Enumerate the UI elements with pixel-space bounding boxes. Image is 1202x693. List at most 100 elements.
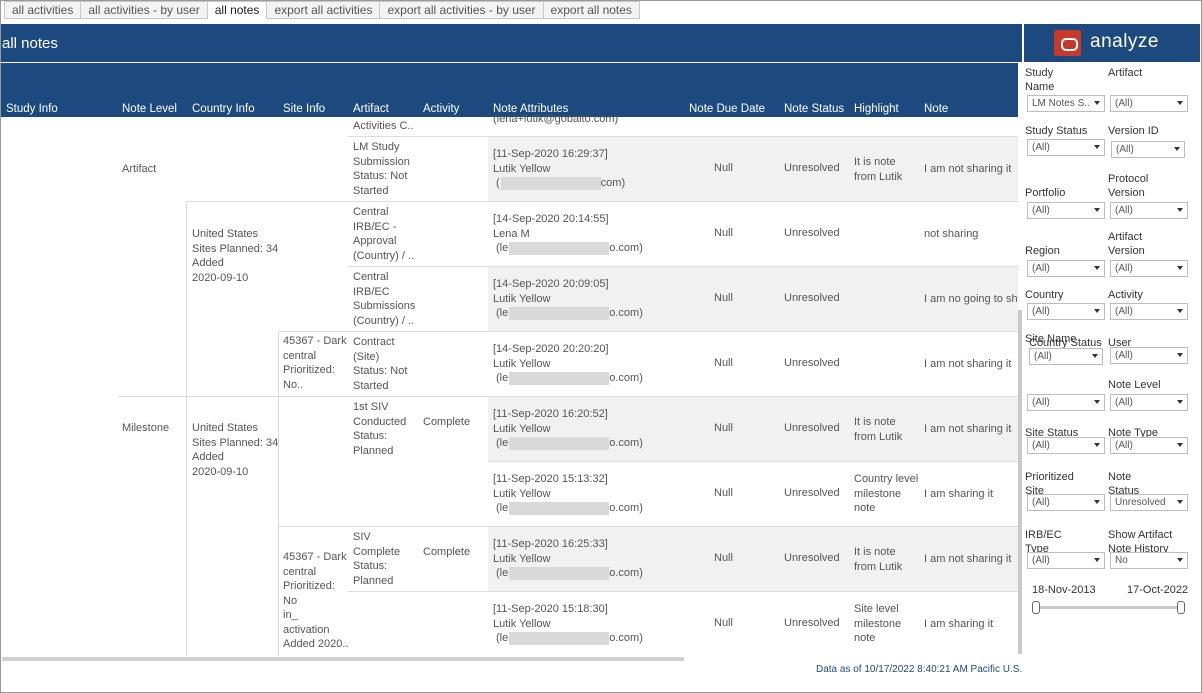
filter-label: Artifact — [1108, 66, 1142, 80]
note-user: Lutik Yellow — [493, 162, 551, 175]
chevron-down-icon — [1177, 558, 1183, 562]
filter-select[interactable]: No — [1110, 552, 1188, 569]
filter-label-line: Prioritized — [1025, 471, 1074, 483]
filter-select[interactable]: (All) — [1027, 202, 1105, 219]
artifact-cell-line: Submissions — [353, 300, 416, 312]
highlight-cell: Country level milestone note — [854, 472, 918, 516]
divider — [278, 331, 488, 332]
artifact-cell-line: (Country) / .. — [353, 314, 415, 327]
filter-value: (All) — [1032, 306, 1050, 317]
filter-label: Portfolio — [1025, 186, 1065, 200]
brand-name: analyze — [1090, 31, 1159, 52]
filter-select[interactable]: (All) — [1027, 552, 1105, 569]
filter-label-line: Activity — [1108, 289, 1143, 301]
note-cell: I am not sharing it — [924, 553, 1012, 565]
site-info-cell-line: 45367 - Dark — [283, 335, 347, 347]
col-header-note[interactable]: Note — [924, 103, 948, 115]
col-header-note-status[interactable]: Note Status — [784, 103, 844, 115]
col-header-note-due-date[interactable]: Note Due Date — [689, 103, 765, 115]
artifact-cell-line: Contract — [353, 336, 395, 348]
artifact-cell-line: Central — [353, 206, 389, 218]
email-prefix: (le — [496, 567, 509, 579]
date-range-track[interactable] — [1034, 606, 1182, 609]
note-due-date-cell: Null — [714, 162, 733, 174]
filter-label-line: Note Level — [1108, 379, 1161, 391]
date-range-end: 17-Oct-2022 — [1127, 584, 1189, 596]
note-attributes-cell: (lena+lutik@gobalto.com) — [493, 113, 619, 125]
artifact-cell-line: Status: — [353, 560, 388, 572]
filter-select[interactable]: (All) — [1027, 494, 1105, 511]
artifact-cell-line: Status: — [353, 430, 388, 442]
tab-all-activities-by-user[interactable]: all activities - by user — [81, 1, 208, 19]
filter-label-line: Region — [1025, 245, 1060, 257]
horizontal-scrollbar[interactable] — [2, 657, 684, 661]
filter-label: Artifact Version — [1108, 230, 1145, 258]
chevron-down-icon — [1177, 208, 1183, 212]
filter-select[interactable]: (All) — [1110, 202, 1188, 219]
filter-select[interactable]: Unresolved — [1110, 494, 1188, 511]
filter-select[interactable]: (All) — [1111, 141, 1185, 158]
country-info-cell-line: 2020-09-10 — [192, 465, 249, 478]
tab-export-all-activities-by-user[interactable]: export all activities - by user — [380, 1, 544, 19]
site-info-cell-line: activation — [283, 623, 330, 636]
col-header-activity[interactable]: Activity — [423, 103, 459, 115]
col-header-highlight[interactable]: Highlight — [854, 103, 899, 115]
divider — [348, 591, 488, 592]
tab-export-all-activities[interactable]: export all activities — [267, 1, 381, 19]
tab-all-activities[interactable]: all activities — [4, 1, 82, 19]
chevron-down-icon — [1094, 443, 1100, 447]
filter-label: Region — [1025, 244, 1060, 258]
redacted-email — [509, 371, 610, 385]
filter-select[interactable]: (All) — [1110, 347, 1188, 364]
artifact-cell: Activities C.. — [353, 120, 414, 132]
tab-all-notes[interactable]: all notes — [207, 1, 268, 19]
note-status-cell: Unresolved — [784, 292, 840, 304]
filter-select[interactable]: (All) — [1110, 394, 1188, 411]
filter-value: (All) — [1032, 497, 1050, 508]
filter-select[interactable]: (All) — [1027, 303, 1105, 320]
col-header-artifact[interactable]: Artifact — [353, 103, 389, 115]
col-header-site-info[interactable]: Site Info — [283, 103, 325, 115]
filter-select[interactable]: (All) — [1110, 260, 1188, 277]
tab-export-all-notes[interactable]: export all notes — [543, 1, 640, 19]
highlight-cell-line: note — [854, 632, 876, 644]
oracle-logo-icon — [1054, 30, 1081, 56]
country-info-cell-line: Sites Planned: 34 — [192, 436, 279, 449]
highlight-cell-line: It is note — [854, 416, 896, 428]
filter-select[interactable]: (All) — [1027, 394, 1105, 411]
redacted-email — [509, 241, 610, 255]
brand-header: analyze — [1024, 24, 1200, 62]
col-header-study-info[interactable]: Study Info — [6, 103, 58, 115]
filter-label-line: Portfolio — [1025, 187, 1066, 199]
col-header-country-info[interactable]: Country Info — [192, 103, 255, 115]
date-range-start-handle[interactable] — [1032, 601, 1040, 614]
chevron-down-icon — [1094, 400, 1100, 404]
filter-label: Study Name — [1025, 66, 1054, 94]
note-attributes-cell: [11-Sep-2020 15:13:32] Lutik Yellow (le o.c… — [493, 472, 643, 516]
highlight-cell: It is note from Lutik — [854, 155, 902, 184]
redacted-email — [500, 176, 601, 190]
highlight-cell-line: It is note — [854, 546, 896, 558]
col-header-note-level[interactable]: Note Level — [122, 103, 177, 115]
country-info-cell: United States Sites Planned: 34 Added 2020-… — [192, 421, 278, 479]
site-info-cell-line: central — [283, 349, 317, 362]
filter-select[interactable]: (All) — [1027, 437, 1105, 454]
filter-select[interactable]: LM Notes S.. — [1027, 95, 1105, 112]
filter-select[interactable]: (All) — [1029, 348, 1103, 365]
filter-value: (All) — [1115, 263, 1133, 274]
filter-select[interactable]: (All) — [1110, 95, 1188, 112]
email-suffix: o.com) — [609, 632, 643, 644]
filter-select[interactable]: (All) — [1110, 437, 1188, 454]
filter-value: (All) — [1115, 397, 1133, 408]
date-range-end-handle[interactable] — [1177, 601, 1185, 614]
artifact-cell-line: Status: Not — [353, 365, 408, 377]
filter-label-line: Country — [1025, 289, 1064, 301]
highlight-cell-line: Country level — [854, 473, 919, 485]
filter-select[interactable]: (All) — [1110, 303, 1188, 320]
filter-select[interactable]: (All) — [1027, 139, 1105, 156]
note-cell: I am sharing it — [924, 488, 994, 500]
site-info-cell-line: central — [283, 565, 317, 578]
filter-select[interactable]: (All) — [1027, 260, 1105, 277]
note-email: (le o.com) — [493, 501, 643, 516]
note-email: (com) — [493, 176, 625, 191]
